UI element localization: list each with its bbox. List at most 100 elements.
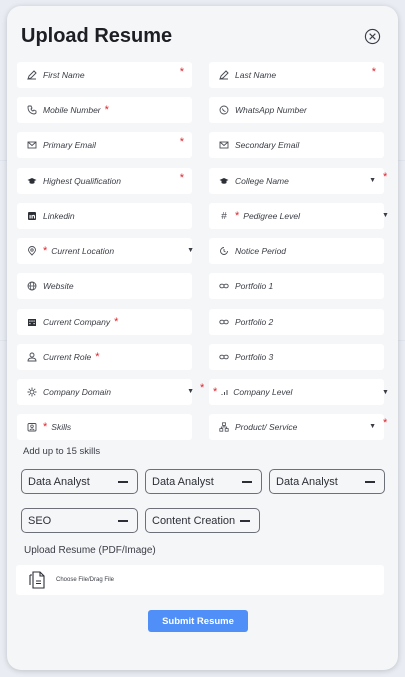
- college-name-select[interactable]: College Name ▼: [209, 168, 384, 194]
- required-mark: *: [383, 171, 388, 183]
- highest-qualification-select[interactable]: Highest Qualification *: [17, 168, 192, 194]
- primary-email-placeholder: Primary Email: [43, 140, 96, 150]
- remove-skill-button[interactable]: [118, 519, 128, 522]
- remove-skill-button[interactable]: [240, 519, 250, 522]
- website-field[interactable]: Website: [17, 273, 192, 299]
- skill-chip-label: Data Analyst: [276, 475, 338, 488]
- linkedin-icon: [27, 211, 37, 221]
- graduation-cap-icon: [27, 176, 37, 186]
- company-level-placeholder: Company Level: [233, 387, 293, 397]
- required-mark: *: [179, 66, 184, 78]
- signal-icon: [220, 387, 230, 397]
- current-role-placeholder: Current Role: [43, 352, 92, 362]
- skills-field[interactable]: * Skills: [17, 414, 192, 440]
- link-icon: [219, 317, 229, 327]
- clock-icon: [219, 246, 229, 256]
- notice-period-field[interactable]: Notice Period: [209, 238, 384, 264]
- chevron-down-icon[interactable]: ▼: [382, 389, 389, 396]
- linkedin-placeholder: Linkedin: [43, 211, 75, 221]
- hierarchy-icon: [219, 422, 229, 432]
- sun-icon: [27, 387, 37, 397]
- company-domain-select[interactable]: Company Domain ▼: [17, 379, 194, 405]
- required-mark: *: [95, 351, 100, 363]
- first-name-field[interactable]: First Name *: [17, 62, 192, 88]
- notice-period-placeholder: Notice Period: [235, 246, 287, 256]
- badge-icon: [27, 422, 37, 432]
- primary-email-field[interactable]: Primary Email *: [17, 132, 192, 158]
- highest-qualification-placeholder: Highest Qualification: [43, 176, 121, 186]
- skill-chip: Content Creation: [145, 508, 260, 533]
- whatsapp-number-placeholder: WhatsApp Number: [235, 105, 307, 115]
- modal-title: Upload Resume: [21, 25, 173, 47]
- whatsapp-number-field[interactable]: WhatsApp Number: [209, 97, 384, 123]
- last-name-placeholder: Last Name: [235, 70, 277, 80]
- portfolio-1-field[interactable]: Portfolio 1: [209, 273, 384, 299]
- location-pin-icon: [27, 246, 37, 256]
- chevron-down-icon: ▼: [369, 423, 376, 430]
- skill-chip: SEO: [21, 508, 138, 533]
- portfolio-3-field[interactable]: Portfolio 3: [209, 344, 384, 370]
- remove-skill-button[interactable]: [365, 480, 375, 483]
- required-mark: *: [383, 417, 388, 429]
- mail-icon: [27, 140, 37, 150]
- graduation-cap-icon: [219, 176, 229, 186]
- chevron-down-icon: ▼: [187, 247, 194, 254]
- skills-placeholder: Skills: [51, 422, 72, 432]
- remove-skill-button[interactable]: [242, 480, 252, 483]
- product-service-select[interactable]: Product/ Service ▼: [209, 414, 384, 440]
- company-level-select[interactable]: * Company Level: [209, 379, 384, 405]
- required-mark: *: [104, 104, 109, 116]
- website-placeholder: Website: [43, 281, 74, 291]
- company-domain-placeholder: Company Domain: [43, 387, 112, 397]
- file-drop-zone[interactable]: Choose File/Drag File: [16, 565, 384, 595]
- current-location-select[interactable]: * Current Location ▼: [17, 238, 194, 264]
- chevron-down-icon: ▼: [187, 388, 194, 395]
- skills-hint: Add up to 15 skills: [23, 446, 101, 457]
- required-mark: *: [371, 66, 376, 78]
- required-mark: *: [179, 172, 184, 184]
- user-icon: [27, 352, 37, 362]
- mail-icon: [219, 140, 229, 150]
- skill-chip-label: SEO: [28, 514, 52, 527]
- product-service-placeholder: Product/ Service: [235, 422, 298, 432]
- skill-chip: Data Analyst: [21, 469, 138, 494]
- pen-icon: [27, 70, 37, 80]
- hash-icon: #: [221, 210, 227, 222]
- remove-skill-button[interactable]: [118, 480, 128, 483]
- last-name-field[interactable]: Last Name *: [209, 62, 384, 88]
- first-name-placeholder: First Name: [43, 70, 85, 80]
- skill-chip-label: Data Analyst: [28, 475, 90, 488]
- link-icon: [219, 352, 229, 362]
- chevron-down-icon[interactable]: ▼: [382, 212, 389, 219]
- close-icon[interactable]: [364, 28, 381, 45]
- file-icon: [29, 571, 45, 589]
- globe-icon: [27, 281, 37, 291]
- current-company-placeholder: Current Company: [43, 317, 111, 327]
- portfolio-2-field[interactable]: Portfolio 2: [209, 309, 384, 335]
- pedigree-level-placeholder: Pedigree Level: [243, 211, 300, 221]
- required-mark: *: [43, 245, 48, 257]
- submit-resume-button[interactable]: Submit Resume: [148, 610, 248, 632]
- building-icon: [27, 317, 37, 327]
- whatsapp-icon: [219, 105, 229, 115]
- portfolio-2-placeholder: Portfolio 2: [235, 317, 274, 327]
- pedigree-level-select[interactable]: # * Pedigree Level: [209, 203, 384, 229]
- portfolio-1-placeholder: Portfolio 1: [235, 281, 274, 291]
- mobile-number-field[interactable]: Mobile Number *: [17, 97, 192, 123]
- upload-resume-label: Upload Resume (PDF/Image): [24, 545, 156, 556]
- secondary-email-field[interactable]: Secondary Email: [209, 132, 384, 158]
- current-location-placeholder: Current Location: [51, 246, 115, 256]
- college-name-placeholder: College Name: [235, 176, 289, 186]
- file-drop-placeholder: Choose File/Drag File: [56, 577, 115, 583]
- required-mark: *: [43, 421, 48, 433]
- current-role-field[interactable]: Current Role *: [17, 344, 192, 370]
- required-mark: *: [200, 382, 205, 394]
- secondary-email-placeholder: Secondary Email: [235, 140, 300, 150]
- chevron-down-icon: ▼: [369, 177, 376, 184]
- skill-chip: Data Analyst: [145, 469, 262, 494]
- pen-icon: [219, 70, 229, 80]
- current-company-field[interactable]: Current Company *: [17, 309, 192, 335]
- linkedin-field[interactable]: Linkedin: [17, 203, 192, 229]
- required-mark: *: [235, 210, 240, 222]
- phone-icon: [27, 105, 37, 115]
